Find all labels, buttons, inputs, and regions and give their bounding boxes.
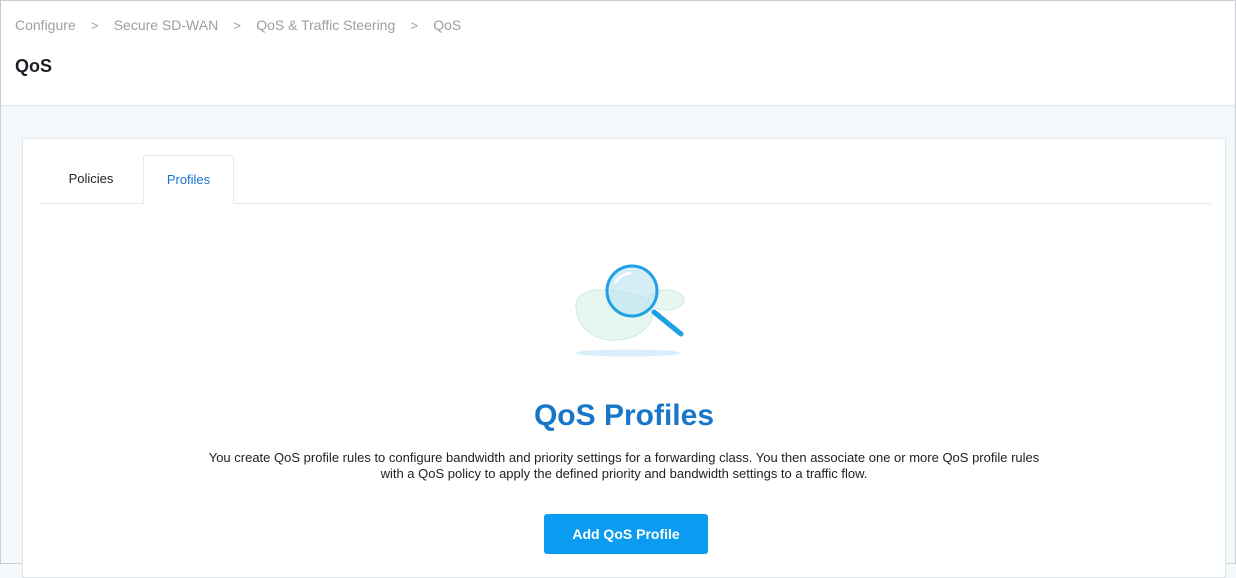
empty-state-description: You create QoS profile rules to configur… [208, 450, 1040, 481]
empty-state-title: QoS Profiles [533, 399, 715, 432]
breadcrumb: Configure > Secure SD-WAN > QoS & Traffi… [15, 17, 461, 33]
add-qos-profile-button[interactable]: Add QoS Profile [544, 514, 708, 554]
breadcrumb-separator: > [233, 17, 242, 33]
tab-profiles[interactable]: Profiles [143, 155, 234, 204]
breadcrumb-separator: > [410, 17, 419, 33]
page-title: QoS [15, 56, 53, 76]
tab-policies[interactable]: Policies [39, 155, 143, 203]
breadcrumb-item-qos-traffic-steering[interactable]: QoS & Traffic Steering [256, 17, 395, 33]
content-panel: Policies Profiles QoS Profiles You creat… [22, 138, 1226, 578]
page-header: Configure > Secure SD-WAN > QoS & Traffi… [1, 1, 1235, 106]
tab-bar: Policies Profiles [39, 155, 1211, 204]
breadcrumb-item-configure[interactable]: Configure [15, 17, 76, 33]
breadcrumb-item-secure-sd-wan[interactable]: Secure SD-WAN [114, 17, 219, 33]
breadcrumb-separator: > [90, 17, 99, 33]
magnifier-icon [568, 264, 688, 359]
breadcrumb-item-qos: QoS [433, 17, 462, 33]
